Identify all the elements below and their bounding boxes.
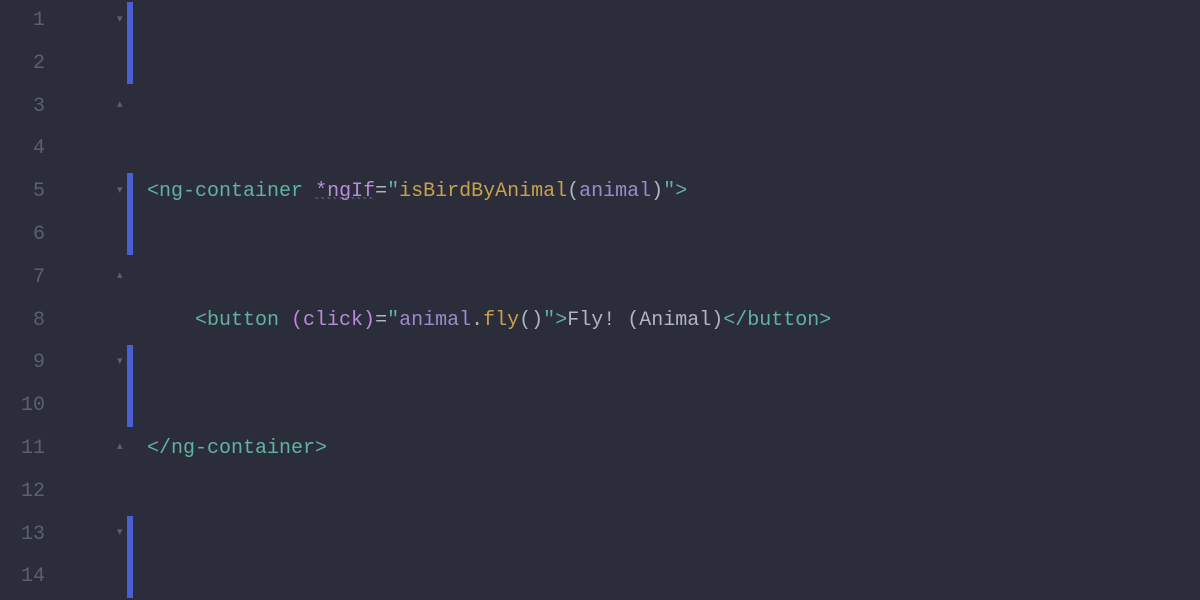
- code-line: </ng-container>: [135, 428, 1200, 471]
- fold-toggle-icon[interactable]: ▾: [117, 356, 129, 368]
- fold-end-icon: ▴: [117, 441, 129, 453]
- line-number: 10: [0, 385, 45, 428]
- line-number: 7: [0, 257, 45, 300]
- line-number: 5: [0, 171, 45, 214]
- code-editor: 1 2 3 4 5 6 7 8 9 10 11 12 13 14 ▾ ▴ ▾ ▴…: [0, 0, 1200, 600]
- code-line: <button (click)="animal.fly()">Fly! (Ani…: [135, 300, 1200, 343]
- line-number-gutter: 1 2 3 4 5 6 7 8 9 10 11 12 13 14: [0, 0, 55, 600]
- code-line: <ng-container *ngIf="isBirdByAnimal(anim…: [135, 171, 1200, 214]
- line-number: 14: [0, 556, 45, 599]
- line-number: 12: [0, 471, 45, 514]
- line-number: 11: [0, 428, 45, 471]
- line-number: 9: [0, 342, 45, 385]
- code-area[interactable]: <ng-container *ngIf="isBirdByAnimal(anim…: [135, 0, 1200, 600]
- line-number: 8: [0, 300, 45, 343]
- fold-toggle-icon[interactable]: ▾: [117, 14, 129, 26]
- fold-column: ▾ ▴ ▾ ▴ ▾ ▴ ▾: [55, 0, 135, 600]
- line-number: 3: [0, 86, 45, 129]
- line-number: 6: [0, 214, 45, 257]
- fold-toggle-icon[interactable]: ▾: [117, 185, 129, 197]
- line-number: 4: [0, 128, 45, 171]
- fold-end-icon: ▴: [117, 270, 129, 282]
- line-number: 2: [0, 43, 45, 86]
- fold-toggle-icon[interactable]: ▾: [117, 527, 129, 539]
- fold-end-icon: ▴: [117, 99, 129, 111]
- line-number: 1: [0, 0, 45, 43]
- line-number: 13: [0, 514, 45, 557]
